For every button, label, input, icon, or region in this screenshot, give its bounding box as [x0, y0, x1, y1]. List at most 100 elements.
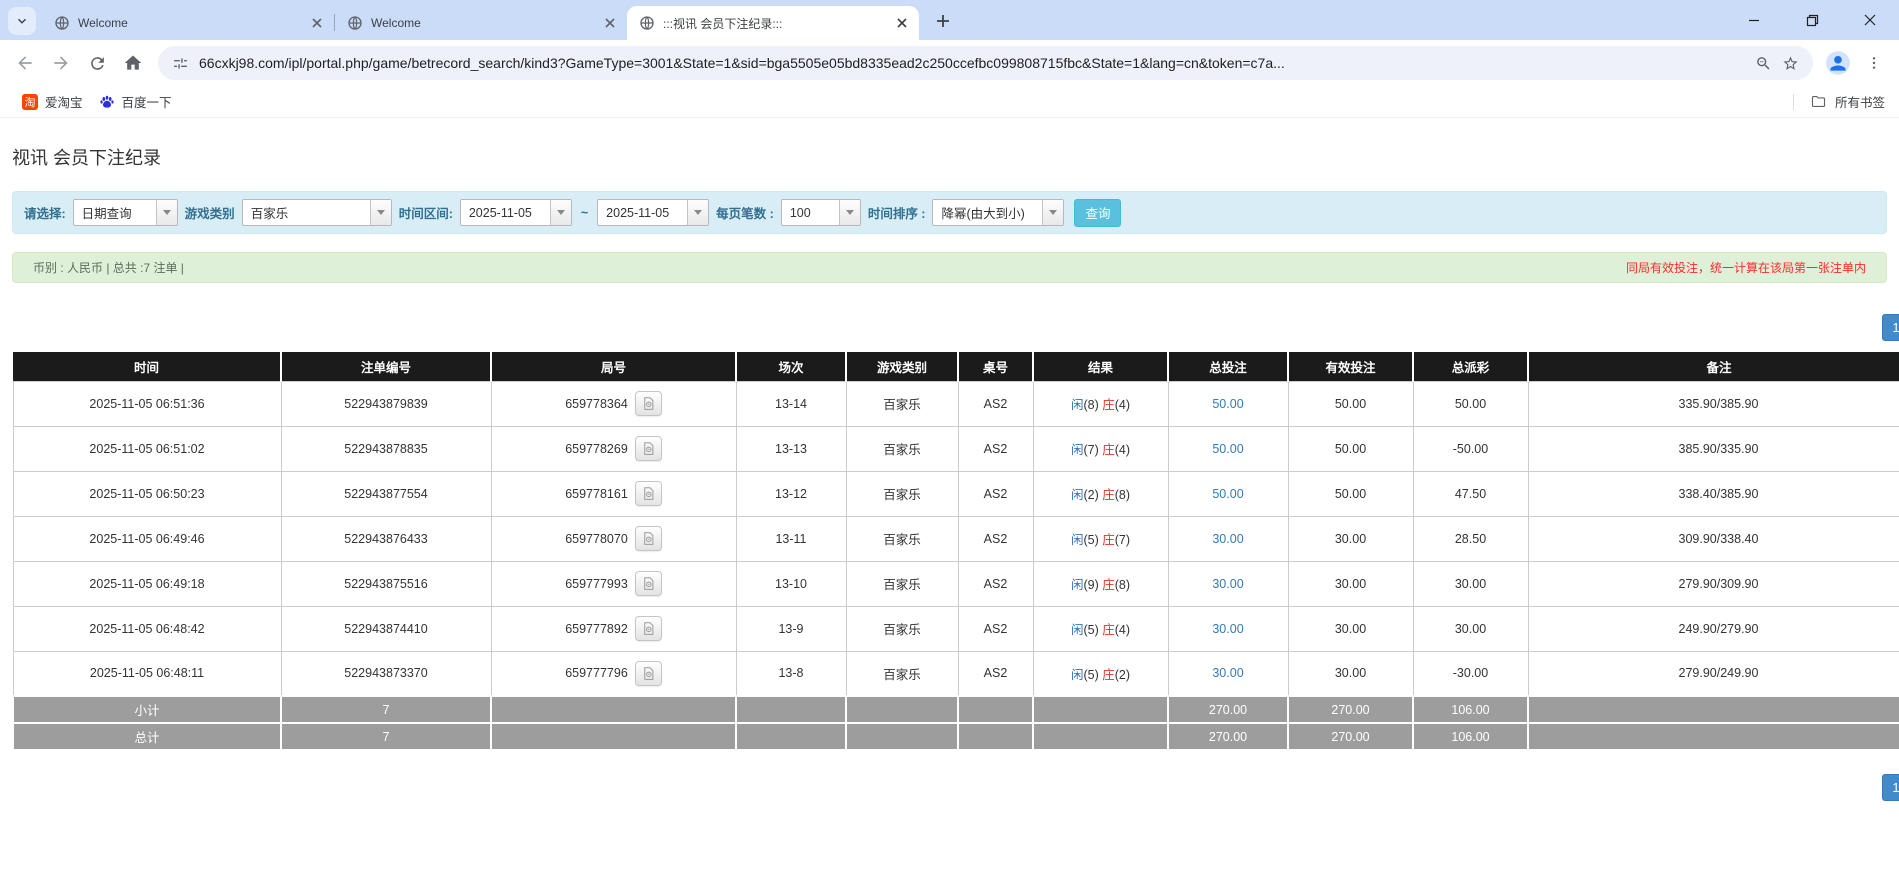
range-tilde: ~ [579, 206, 590, 220]
cell-result: 闲(5) 庄(4) [1033, 606, 1168, 651]
cell-remark: 385.90/335.90 [1528, 426, 1899, 471]
all-bookmarks[interactable]: 所有书签 [1793, 92, 1885, 111]
cell-table-number: AS2 [958, 606, 1033, 651]
video-record-icon [641, 486, 656, 501]
chevron-down-icon [550, 200, 571, 225]
total-bet-link[interactable]: 50.00 [1212, 397, 1243, 411]
cell-remark: 249.90/279.90 [1528, 606, 1899, 651]
bookmark-taobao[interactable]: 淘 爱淘宝 [14, 90, 91, 114]
new-tab-button[interactable] [929, 7, 957, 35]
browser-menu-button[interactable] [1857, 46, 1891, 80]
summary-cell: 7 [281, 696, 491, 723]
back-button[interactable] [8, 46, 42, 80]
total-bet-link[interactable]: 30.00 [1212, 577, 1243, 591]
cell-game-type: 百家乐 [846, 381, 958, 426]
banker-result: 庄 [1102, 623, 1115, 637]
video-replay-button[interactable] [635, 391, 662, 416]
round-number: 659777892 [565, 622, 628, 636]
banker-score: (8) [1115, 488, 1130, 502]
home-button[interactable] [116, 46, 150, 80]
query-button[interactable]: 查询 [1074, 199, 1121, 227]
cell-round-number: 659777796 [491, 651, 736, 696]
total-bet-link[interactable]: 50.00 [1212, 442, 1243, 456]
cell-valid-bet: 50.00 [1288, 471, 1413, 516]
reload-button[interactable] [80, 46, 114, 80]
zoom-out-icon[interactable] [1755, 55, 1772, 72]
cell-total-bet: 30.00 [1168, 561, 1288, 606]
cell-total-bet: 30.00 [1168, 651, 1288, 696]
game-type-value: 百家乐 [251, 203, 289, 222]
cell-remark: 279.90/249.90 [1528, 651, 1899, 696]
summary-cell [491, 723, 736, 750]
tab-close-icon[interactable] [601, 14, 619, 32]
tab-close-icon[interactable] [308, 14, 326, 32]
plus-icon [936, 14, 950, 28]
chevron-down-icon [839, 200, 860, 225]
cell-session: 13-12 [736, 471, 846, 516]
close-window-button[interactable] [1841, 0, 1899, 40]
cell-bet-number: 522943876433 [281, 516, 491, 561]
player-result: 闲 [1071, 488, 1084, 502]
game-type-select[interactable]: 百家乐 [242, 199, 392, 226]
total-bet-link[interactable]: 30.00 [1212, 532, 1243, 546]
browser-tab-1[interactable]: Welcome [42, 6, 334, 40]
page-1-button[interactable]: 1 [1882, 774, 1899, 801]
window-controls [1725, 0, 1899, 40]
cell-valid-bet: 30.00 [1288, 561, 1413, 606]
date-to-select[interactable]: 2025-11-05 [597, 199, 709, 226]
column-header: 局号 [491, 352, 736, 381]
video-record-icon [641, 666, 656, 681]
total-row: 总计7270.00270.00106.00 [13, 723, 1899, 750]
sort-select[interactable]: 降幂(由大到小) [932, 199, 1064, 226]
tab-title: Welcome [371, 16, 593, 30]
back-icon [15, 53, 35, 73]
browser-tab-active[interactable]: :::视讯 会员下注纪录::: [627, 6, 919, 40]
cell-game-type: 百家乐 [846, 471, 958, 516]
per-page-select[interactable]: 100 [781, 199, 861, 226]
browser-tab-2[interactable]: Welcome [335, 6, 627, 40]
date-mode-select[interactable]: 日期查询 [73, 199, 178, 226]
page-content: 视讯 会员下注纪录 请选择: 日期查询 游戏类别 百家乐 时间区间: 2025-… [0, 144, 1899, 801]
restore-button[interactable] [1783, 0, 1841, 40]
bet-records-table: 时间注单编号局号场次游戏类别桌号结果总投注有效投注总派彩备注 2025-11-0… [12, 352, 1899, 751]
cell-round-number: 659778269 [491, 426, 736, 471]
browser-window: Welcome Welcome :::视讯 会员下注纪录::: [0, 0, 1899, 801]
forward-icon [51, 53, 71, 73]
video-replay-button[interactable] [635, 481, 662, 506]
date-from-select[interactable]: 2025-11-05 [460, 199, 572, 226]
cell-total-bet: 50.00 [1168, 381, 1288, 426]
cell-game-type: 百家乐 [846, 651, 958, 696]
player-result: 闲 [1071, 398, 1084, 412]
pagination-bottom: 1 [12, 774, 1899, 801]
banker-result: 庄 [1102, 488, 1115, 502]
total-bet-link[interactable]: 30.00 [1212, 622, 1243, 636]
cell-result: 闲(7) 庄(4) [1033, 426, 1168, 471]
video-replay-button[interactable] [635, 526, 662, 551]
player-score: (5) [1083, 533, 1098, 547]
chevron-down-icon [156, 200, 177, 225]
total-bet-link[interactable]: 30.00 [1212, 666, 1243, 680]
total-bet-link[interactable]: 50.00 [1212, 487, 1243, 501]
video-replay-button[interactable] [635, 661, 662, 686]
summary-cell: 7 [281, 723, 491, 750]
minimize-button[interactable] [1725, 0, 1783, 40]
browser-toolbar: 66cxkj98.com/ipl/portal.php/game/betreco… [0, 40, 1899, 86]
cell-valid-bet: 30.00 [1288, 606, 1413, 651]
video-replay-button[interactable] [635, 616, 662, 641]
page-1-button[interactable]: 1 [1882, 314, 1899, 341]
site-info-icon[interactable] [172, 55, 189, 72]
address-bar[interactable]: 66cxkj98.com/ipl/portal.php/game/betreco… [158, 46, 1813, 80]
tab-close-icon[interactable] [893, 14, 911, 32]
cell-session: 13-9 [736, 606, 846, 651]
video-replay-button[interactable] [635, 436, 662, 461]
chevron-down-icon [370, 200, 391, 225]
bookmark-star-icon[interactable] [1782, 55, 1799, 72]
profile-avatar[interactable] [1821, 46, 1855, 80]
bookmark-baidu[interactable]: 百度一下 [91, 90, 180, 114]
url-text: 66cxkj98.com/ipl/portal.php/game/betreco… [199, 55, 1745, 71]
round-number: 659778364 [565, 397, 628, 411]
cell-remark: 335.90/385.90 [1528, 381, 1899, 426]
forward-button[interactable] [44, 46, 78, 80]
video-replay-button[interactable] [635, 571, 662, 596]
tab-search-button[interactable] [8, 7, 36, 35]
